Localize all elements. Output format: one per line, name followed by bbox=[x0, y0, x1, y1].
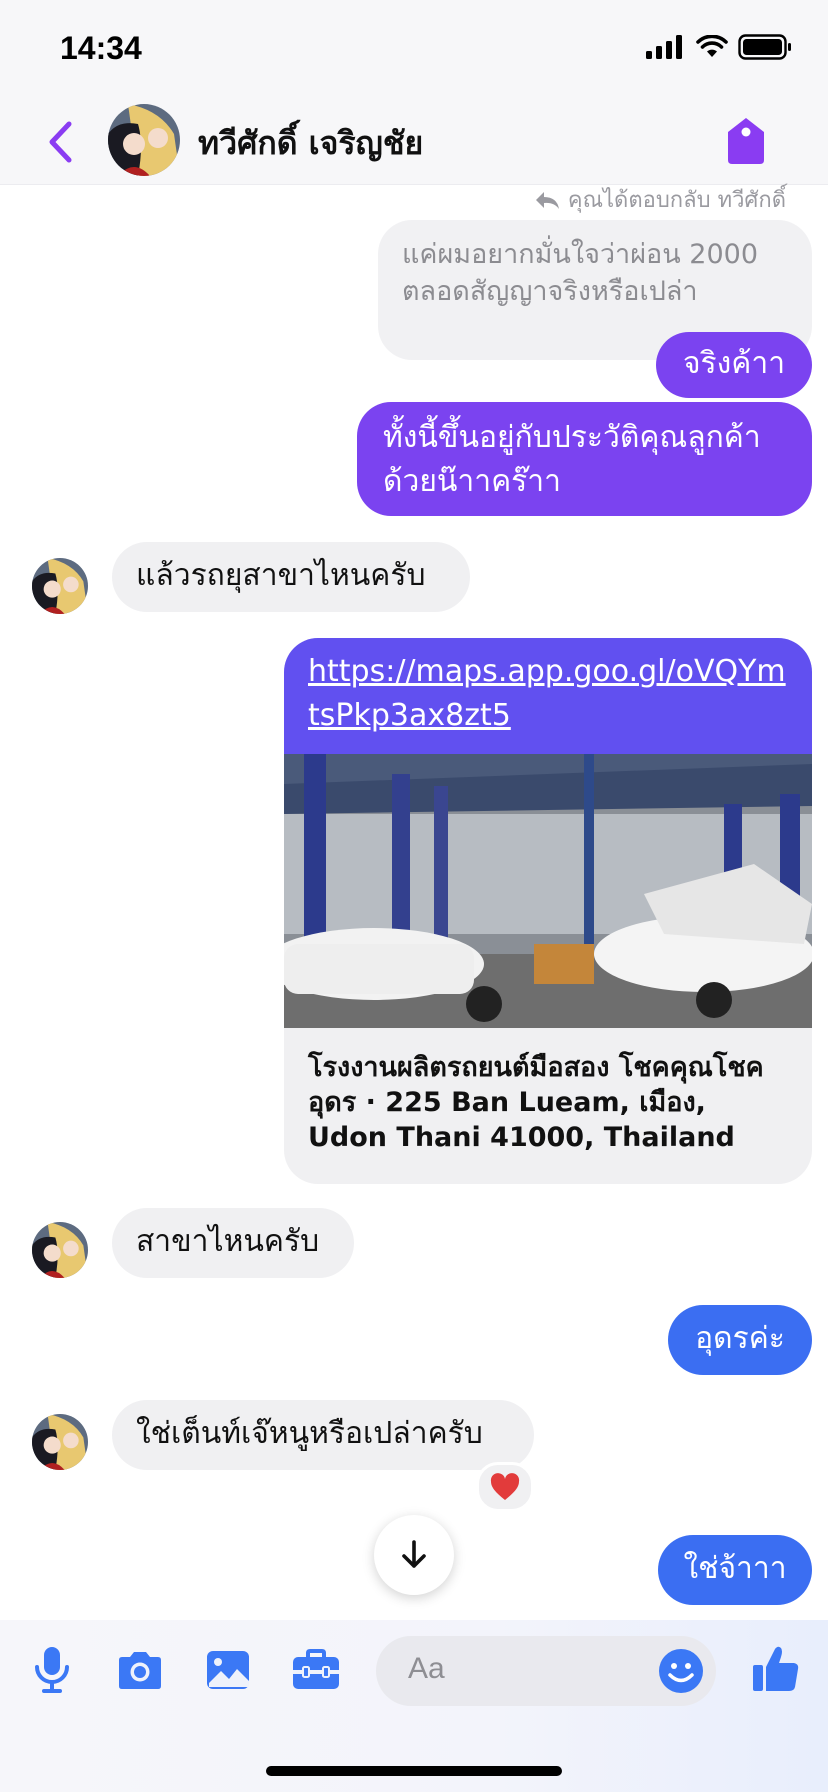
like-button[interactable] bbox=[748, 1640, 804, 1696]
composer-bar: Aa bbox=[0, 1620, 828, 1792]
contact-name[interactable]: ทวีศักดิ์ เจริญชัย bbox=[198, 118, 423, 169]
back-button[interactable] bbox=[40, 114, 80, 170]
gallery-button[interactable] bbox=[202, 1644, 254, 1696]
toolbox-button[interactable] bbox=[290, 1644, 342, 1696]
heart-icon bbox=[490, 1473, 520, 1500]
contact-avatar[interactable] bbox=[108, 104, 180, 176]
link-preview-card[interactable]: https://maps.app.goo.gl/oVQYmtsPkp3ax8zt… bbox=[284, 638, 812, 1184]
heart-reaction[interactable] bbox=[476, 1462, 534, 1512]
link-preview-description: โรงงานผลิตรถยนต์มือสอง โชคคุณโชคอุดร · 2… bbox=[308, 1052, 764, 1153]
message-bubble-outgoing[interactable]: ทั้งนี้ขึ้นอยู่กับประวัติคุณลูกค้าด้วยน๊… bbox=[357, 402, 812, 516]
sender-avatar[interactable] bbox=[32, 1414, 88, 1470]
message-bubble-incoming[interactable]: สาขาไหนครับ bbox=[112, 1208, 354, 1278]
message-input[interactable]: Aa bbox=[376, 1636, 716, 1706]
tag-icon[interactable] bbox=[726, 116, 766, 166]
thumbs-up-icon bbox=[753, 1646, 799, 1691]
microphone-button[interactable] bbox=[26, 1644, 78, 1696]
signal-icon bbox=[646, 35, 682, 59]
sender-avatar[interactable] bbox=[32, 1222, 88, 1278]
wifi-icon bbox=[696, 35, 728, 57]
conversation-header: ทวีศักดิ์ เจริญชัย bbox=[0, 100, 828, 185]
photo-icon bbox=[207, 1651, 249, 1689]
toolbox-icon bbox=[293, 1649, 339, 1689]
battery-icon bbox=[738, 34, 791, 60]
system-icons bbox=[646, 34, 792, 60]
message-bubble-outgoing[interactable]: จริงค้าา bbox=[656, 332, 812, 398]
message-bubble-incoming[interactable]: ใช่เต็นท์เจ๊หนูหรือเปล่าครับ bbox=[112, 1400, 534, 1470]
map-link[interactable]: https://maps.app.goo.gl/oVQYmtsPkp3ax8zt… bbox=[284, 638, 812, 754]
message-bubble-incoming[interactable]: แล้วรถยุสาขาไหนครับ bbox=[112, 542, 470, 612]
scroll-to-bottom-button[interactable] bbox=[374, 1515, 454, 1595]
status-time: 14:34 bbox=[60, 30, 142, 66]
camera-icon bbox=[119, 1652, 161, 1689]
emoji-icon[interactable] bbox=[658, 1648, 704, 1694]
sender-avatar[interactable] bbox=[32, 558, 88, 614]
reply-icon bbox=[535, 191, 559, 209]
link-preview-image bbox=[284, 754, 812, 1028]
reply-indicator: คุณได้ตอบกลับ ทวีศักดิ์ bbox=[534, 182, 786, 217]
message-bubble-outgoing[interactable]: อุดรค่ะ bbox=[668, 1305, 812, 1375]
microphone-icon bbox=[35, 1647, 69, 1693]
message-bubble-outgoing[interactable]: ใช่จ้าาา bbox=[658, 1535, 812, 1605]
reply-note-text: คุณได้ตอบกลับ ทวีศักดิ์ bbox=[567, 188, 786, 213]
status-bar: 14:34 bbox=[0, 0, 828, 100]
message-input-placeholder: Aa bbox=[408, 1652, 445, 1685]
chevron-left-icon bbox=[49, 121, 72, 163]
arrow-down-icon bbox=[402, 1540, 426, 1568]
home-indicator bbox=[266, 1766, 562, 1776]
camera-button[interactable] bbox=[114, 1644, 166, 1696]
